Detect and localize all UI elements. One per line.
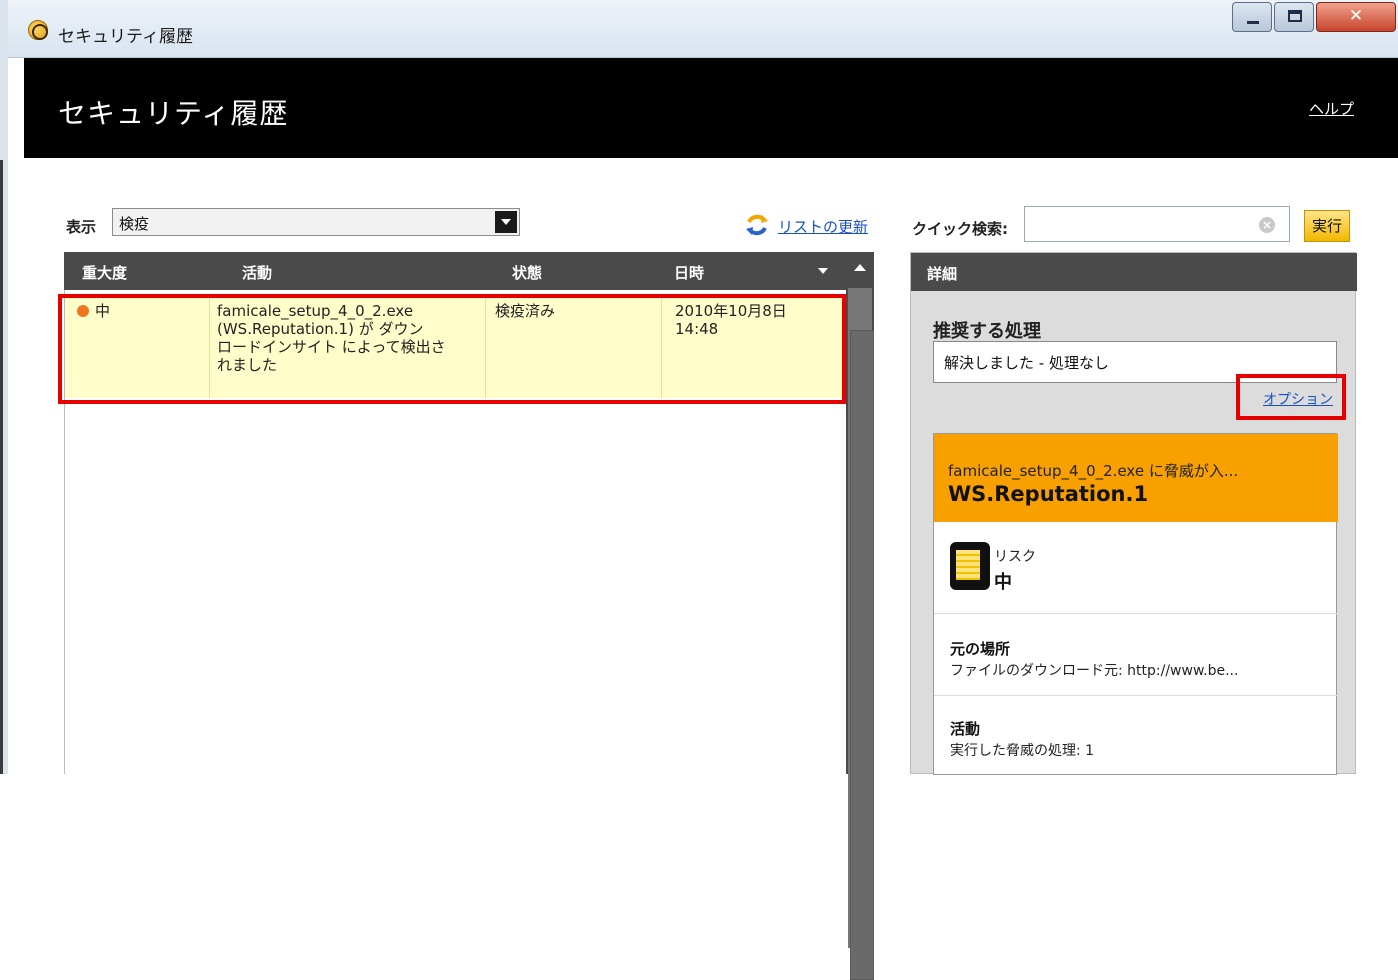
details-panel: 詳細 推奨する処理 解決しました - 処理なし オプション famicale_s…: [910, 252, 1357, 776]
threat-card: famicale_setup_4_0_2.exe に脅威が入... WS.Rep…: [933, 433, 1338, 776]
scroll-track[interactable]: [848, 288, 874, 980]
maximize-icon: [1288, 10, 1302, 22]
page-header: セキュリティ履歴 ヘルプ: [24, 58, 1398, 158]
page-title: セキュリティ履歴: [58, 97, 289, 130]
title-bar[interactable]: セキュリティ履歴 ✕: [8, 0, 1398, 58]
clear-search-icon[interactable]: ×: [1259, 217, 1275, 233]
window-left-edge: [0, 0, 8, 774]
search-go-button[interactable]: 実行: [1304, 210, 1350, 242]
quick-search-label: クイック検索:: [912, 220, 1008, 238]
scroll-thumb[interactable]: [850, 330, 874, 980]
row-highlight-box: [58, 294, 846, 404]
maximize-button[interactable]: [1274, 2, 1314, 32]
security-history-window: セキュリティ履歴 ✕ セキュリティ履歴 ヘルプ 表示 検疫 リストの更新 クイッ…: [0, 0, 1398, 980]
minimize-icon: [1247, 21, 1259, 24]
origin-section: 元の場所 ファイルのダウンロード元: http://www.be...: [934, 614, 1338, 696]
filter-value: 検疫: [119, 215, 150, 233]
list-scrollbar[interactable]: [846, 252, 874, 980]
sort-descending-icon[interactable]: [818, 268, 828, 274]
quick-search-input[interactable]: [1029, 213, 1249, 235]
threat-name: WS.Reputation.1: [948, 482, 1149, 506]
close-button[interactable]: ✕: [1316, 2, 1396, 32]
activity-title: 活動: [950, 720, 981, 738]
risk-level-icon: [950, 542, 990, 590]
filter-dropdown[interactable]: 検疫: [112, 208, 520, 236]
recommended-action-value: 解決しました - 処理なし: [944, 354, 1109, 372]
minimize-button[interactable]: [1232, 2, 1272, 32]
risk-label: リスク: [994, 549, 1036, 565]
window-title: セキュリティ履歴: [58, 27, 193, 47]
origin-value: ファイルのダウンロード元: http://www.be...: [950, 663, 1239, 679]
column-datetime[interactable]: 日時: [674, 262, 704, 283]
app-globe-icon: [28, 20, 48, 40]
refresh-label[interactable]: リストの更新: [778, 216, 868, 237]
details-header: 詳細: [911, 253, 1357, 291]
column-status[interactable]: 状態: [512, 262, 542, 283]
details-title: 詳細: [927, 265, 958, 283]
filter-label: 表示: [66, 218, 97, 236]
risk-section: リスク 中: [934, 522, 1338, 614]
threat-file: famicale_setup_4_0_2.exe に脅威が入...: [948, 462, 1239, 480]
chevron-down-icon[interactable]: [495, 211, 517, 233]
close-icon: ✕: [1348, 6, 1364, 26]
scroll-up-icon[interactable]: [854, 264, 866, 271]
options-highlight-box: [1236, 374, 1346, 420]
risk-value: 中: [994, 572, 1012, 593]
column-severity[interactable]: 重大度: [82, 262, 127, 283]
activity-section: 活動 実行した脅威の処理: 1: [934, 696, 1338, 776]
activity-value: 実行した脅威の処理: 1: [950, 743, 1095, 759]
quick-search-field[interactable]: ×: [1024, 206, 1290, 242]
threat-summary: famicale_setup_4_0_2.exe に脅威が入... WS.Rep…: [934, 434, 1338, 522]
recommended-action-title: 推奨する処理: [933, 321, 1041, 342]
origin-title: 元の場所: [950, 640, 1011, 658]
grid-header: 重大度 活動 状態 日時: [64, 252, 846, 290]
help-link[interactable]: ヘルプ: [1309, 98, 1354, 119]
refresh-icon: [746, 214, 768, 236]
column-activity[interactable]: 活動: [242, 262, 272, 283]
